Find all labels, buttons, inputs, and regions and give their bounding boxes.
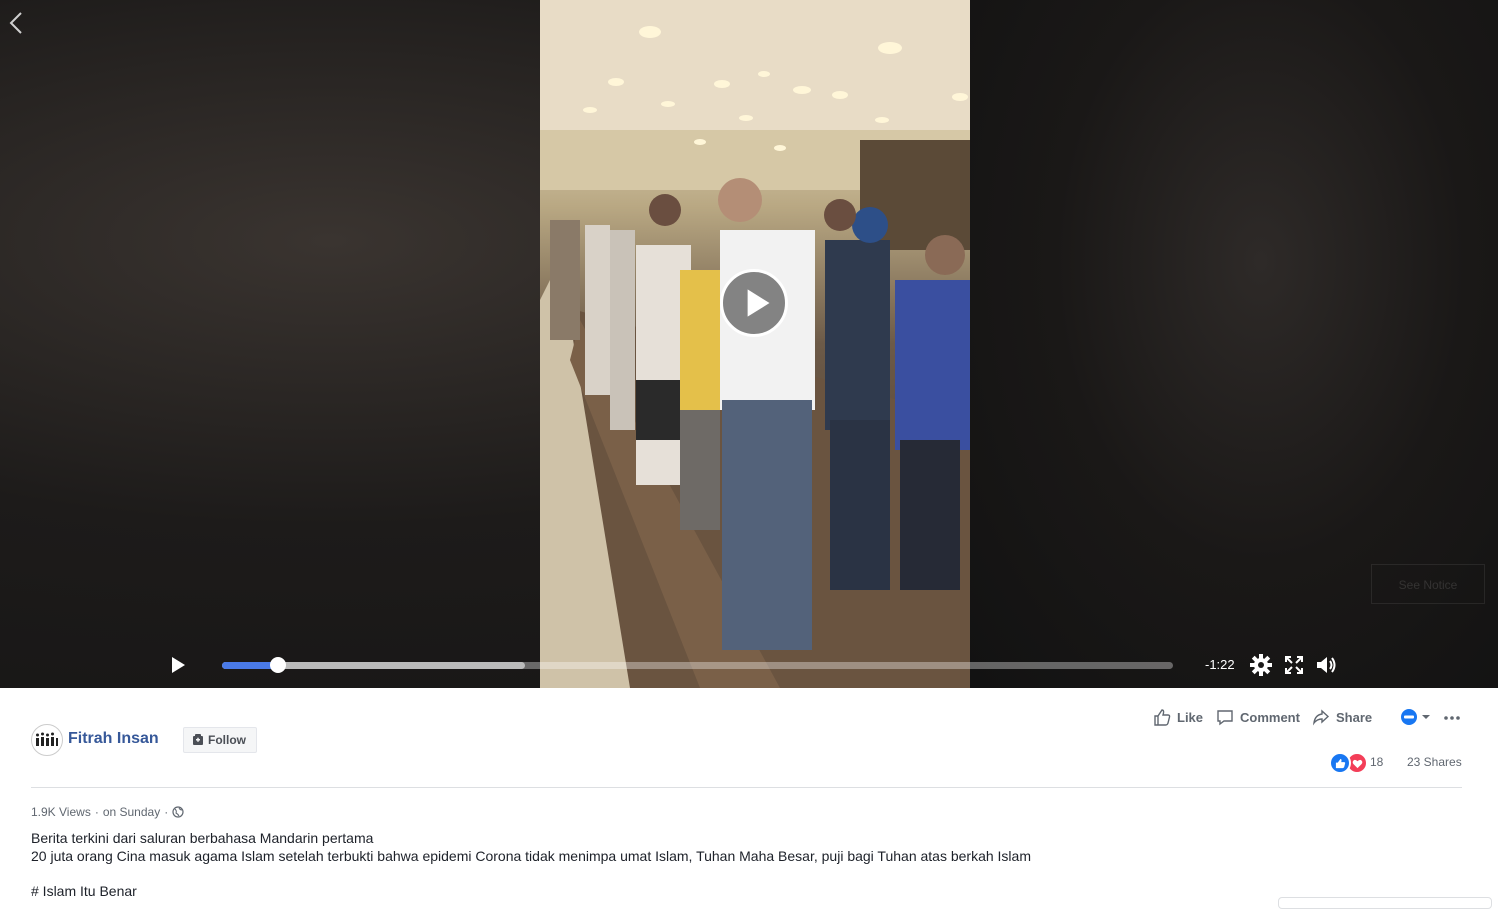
video-player[interactable]: See Notice -1:22: [0, 0, 1498, 688]
progress-bar[interactable]: [222, 657, 1173, 673]
like-reaction-icon: [1329, 752, 1351, 774]
page-avatar[interactable]: [31, 724, 63, 756]
profile-dropdown-icon: [1401, 709, 1430, 725]
see-notice-button[interactable]: See Notice: [1371, 564, 1485, 604]
shares-count[interactable]: 23 Shares: [1407, 755, 1462, 769]
like-button[interactable]: Like: [1153, 706, 1203, 728]
divider: [31, 787, 1462, 788]
avatar-logo-icon: [36, 732, 58, 746]
follow-icon: [193, 734, 203, 745]
views-count: 1.9K Views: [31, 805, 91, 819]
play-icon[interactable]: [170, 656, 186, 674]
post-caption: Berita terkini dari saluran berbahasa Ma…: [31, 829, 1031, 865]
post-date[interactable]: on Sunday: [103, 805, 160, 819]
post-meta: 1.9K Views · on Sunday ·: [31, 805, 184, 819]
globe-icon: [172, 806, 184, 818]
reaction-count[interactable]: 18: [1370, 755, 1383, 769]
caption-line-1: Berita terkini dari saluran berbahasa Ma…: [31, 830, 374, 846]
video-still: [540, 0, 970, 688]
progress-scrubber[interactable]: [270, 657, 287, 673]
follow-label: Follow: [208, 733, 246, 747]
hashtag-line[interactable]: # Islam Itu Benar: [31, 883, 137, 899]
like-label: Like: [1177, 709, 1204, 725]
video-frame[interactable]: [540, 0, 970, 688]
see-notice-label: See Notice: [1398, 578, 1458, 592]
comment-label: Comment: [1240, 709, 1300, 725]
more-icon: [1444, 716, 1460, 720]
fullscreen-icon[interactable]: [1283, 654, 1305, 676]
page-name-link[interactable]: Fitrah Insan: [68, 730, 159, 748]
meta-separator-2: ·: [164, 805, 169, 819]
time-remaining: -1:22: [1205, 657, 1235, 672]
meta-separator: ·: [94, 805, 99, 819]
side-panel-edge: [1278, 897, 1492, 909]
share-button[interactable]: Share: [1312, 706, 1372, 728]
more-options-button[interactable]: [1443, 706, 1461, 728]
play-button-large[interactable]: [720, 269, 788, 337]
reactions-summary[interactable]: [1329, 752, 1368, 774]
caption-line-2: 20 juta orang Cina masuk agama Islam set…: [31, 848, 1031, 864]
comment-button[interactable]: Comment: [1216, 706, 1300, 728]
follow-button[interactable]: Follow: [183, 727, 257, 753]
audience-selector[interactable]: [1400, 706, 1434, 728]
like-icon: [1154, 709, 1171, 726]
share-label: Share: [1336, 709, 1373, 725]
share-icon: [1312, 709, 1330, 726]
comment-icon: [1217, 710, 1233, 726]
back-arrow-icon[interactable]: [6, 10, 26, 36]
settings-icon[interactable]: [1250, 654, 1272, 676]
volume-icon[interactable]: [1315, 654, 1337, 676]
